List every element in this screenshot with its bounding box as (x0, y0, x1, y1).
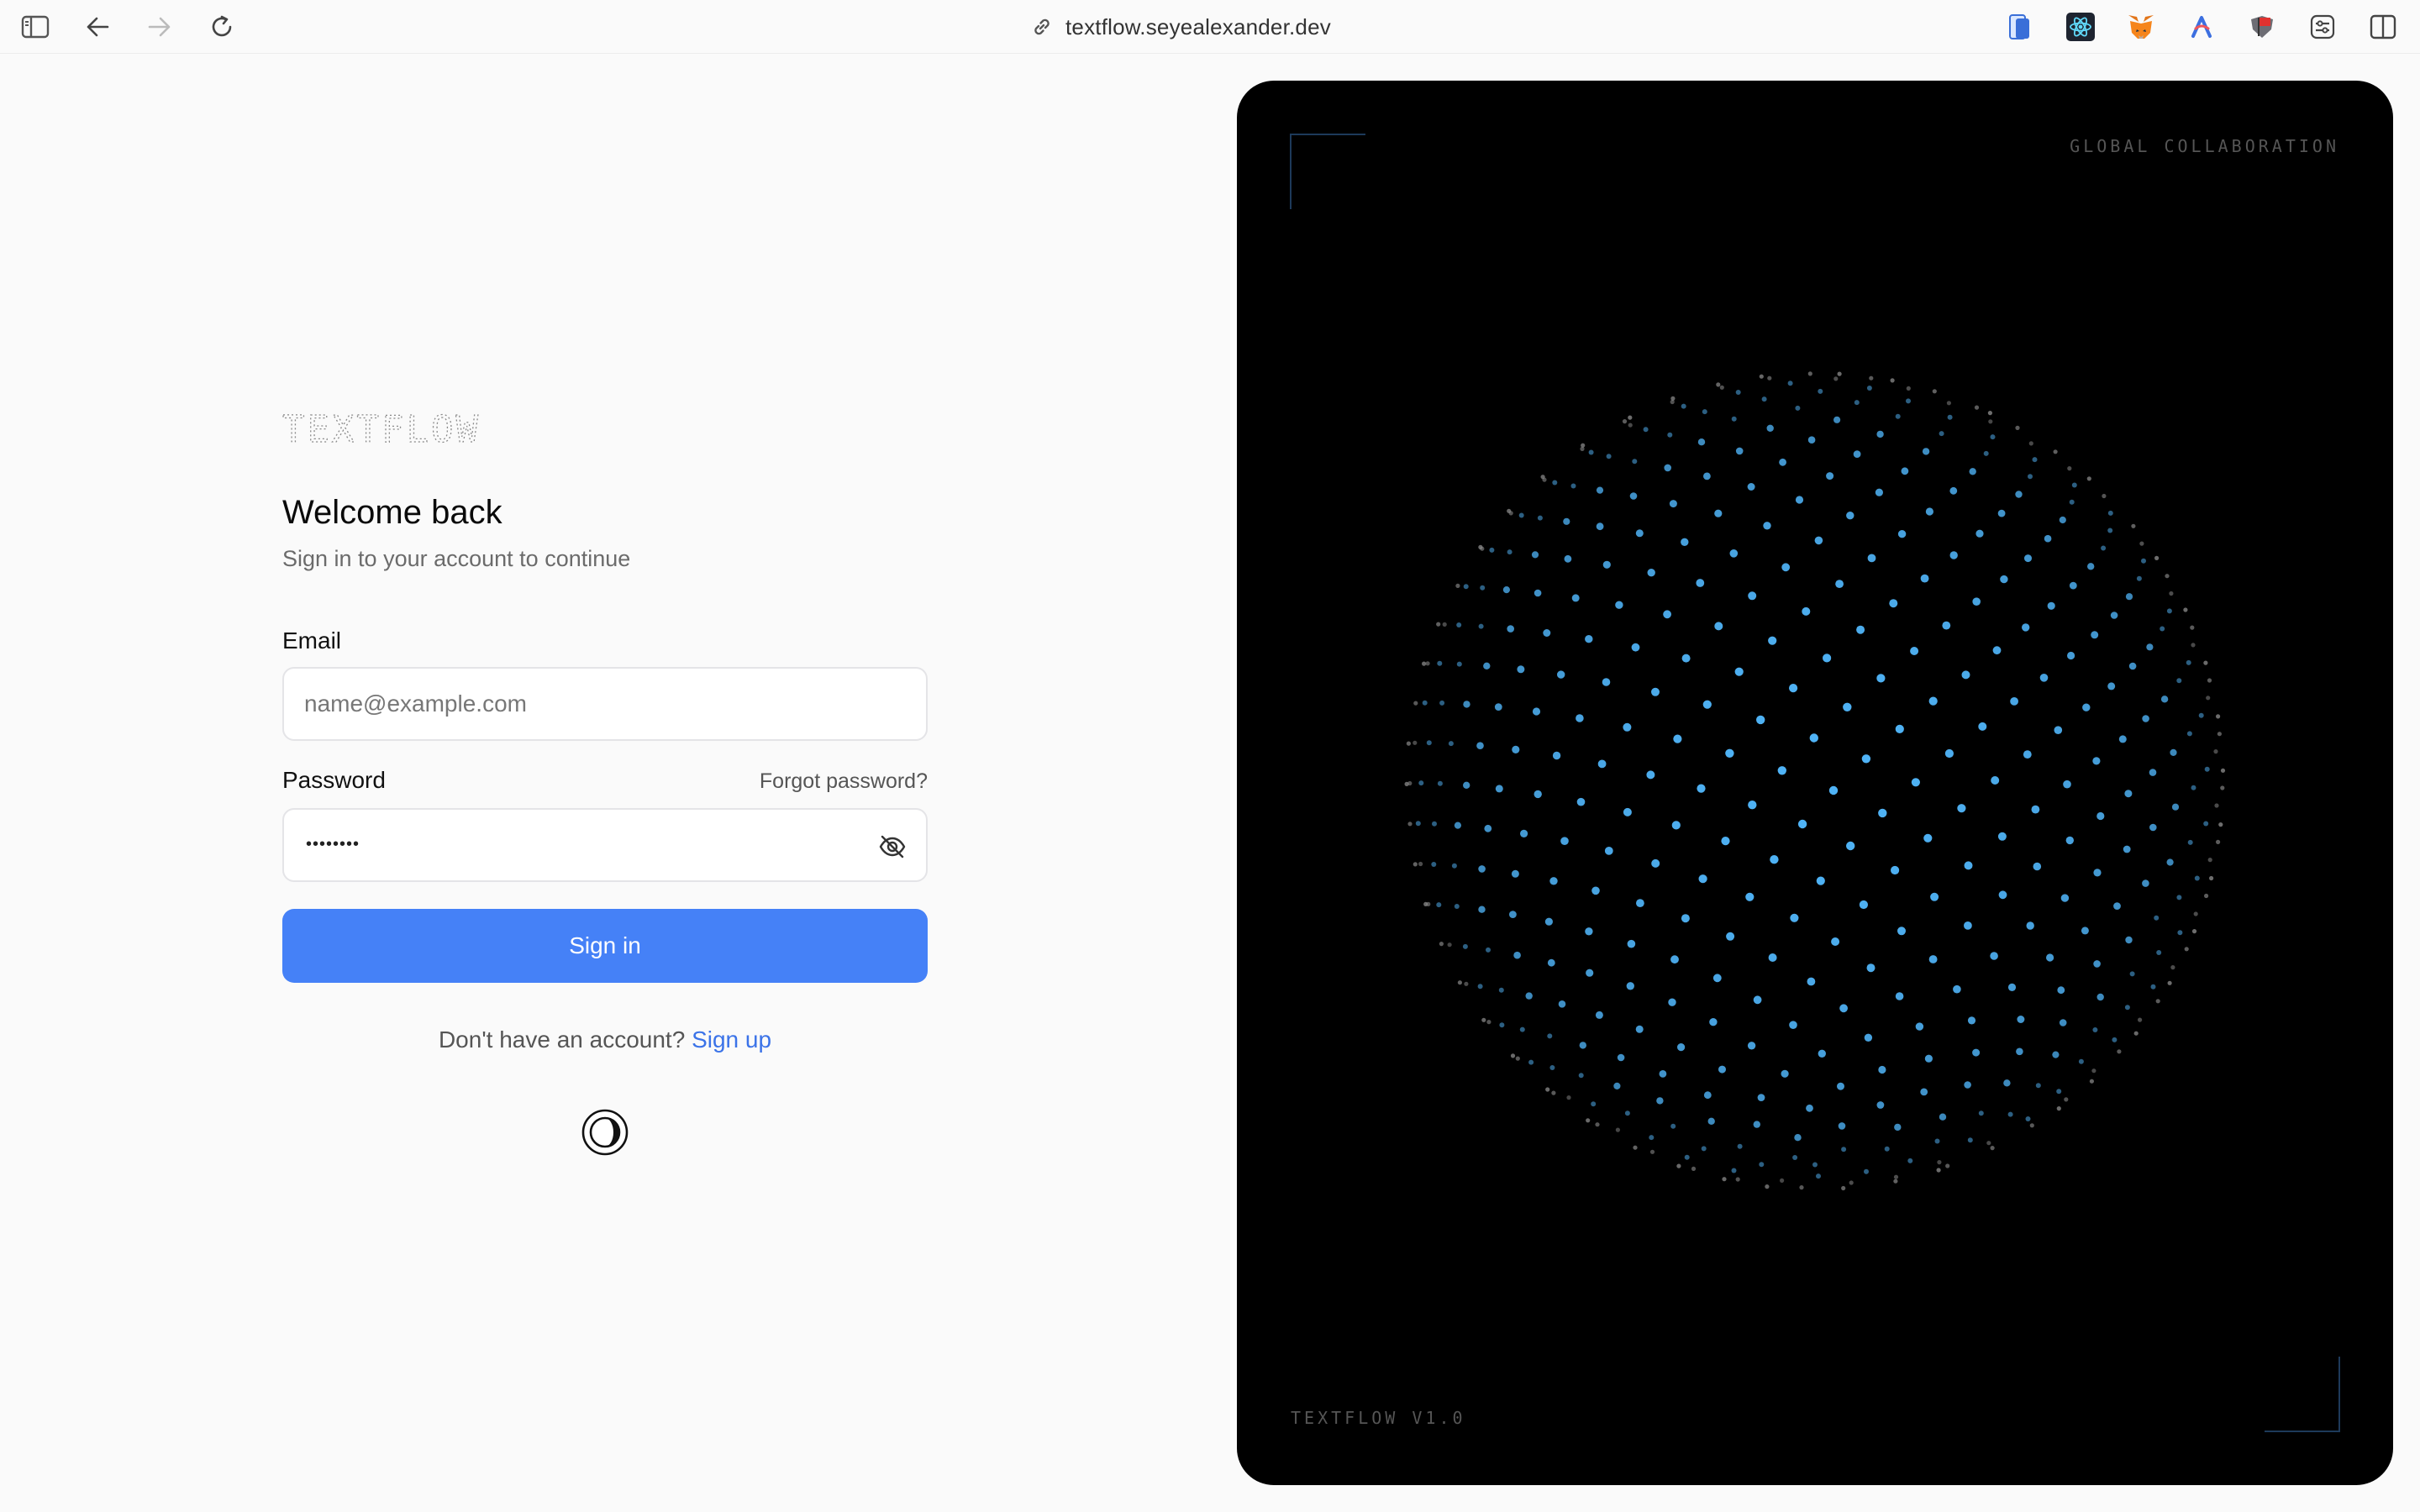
password-label: Password (282, 767, 386, 793)
password-field-wrapper[interactable]: •••••••• (282, 808, 928, 882)
url-text: textflow.seyealexander.dev (1065, 13, 1331, 39)
svg-text:TEXTFLOW: TEXTFLOW (282, 408, 481, 451)
page-subtitle: Sign in to your account to continue (282, 546, 631, 571)
browser-toolbar: textflow.seyealexander.dev (0, 0, 2420, 54)
sign-up-link[interactable]: Sign up (692, 1026, 771, 1053)
sliders-icon[interactable] (2307, 12, 2338, 42)
back-arrow-icon[interactable] (81, 10, 114, 44)
forward-arrow-icon[interactable] (143, 10, 176, 44)
split-view-icon[interactable] (2368, 12, 2398, 42)
sidebar-icon[interactable] (18, 10, 52, 44)
version-label: TEXTFLOW V1.0 (1291, 1408, 1466, 1428)
sign-in-button[interactable]: Sign in (282, 909, 928, 983)
eye-off-icon[interactable] (877, 832, 908, 862)
email-input[interactable] (284, 669, 926, 739)
address-bar[interactable]: textflow.seyealexander.dev (1030, 12, 1331, 42)
forgot-password-link[interactable]: Forgot password? (760, 769, 928, 794)
page-title: Welcome back (282, 494, 502, 531)
signup-prompt: Don't have an account? Sign up (282, 1026, 928, 1053)
password-input[interactable]: •••••••• (306, 835, 360, 854)
global-collaboration-label: GLOBAL COLLABORATION (2070, 136, 2339, 156)
arc-icon[interactable] (2186, 12, 2217, 42)
no-account-text: Don't have an account? (438, 1026, 686, 1053)
email-field-wrapper (282, 667, 928, 741)
reload-icon[interactable] (205, 10, 239, 44)
theme-toggle-icon[interactable] (581, 1108, 629, 1157)
dotted-globe-illustration (1404, 371, 2226, 1191)
mobile-device-icon[interactable] (2005, 12, 2035, 42)
textflow-logo: TEXTFLOW (282, 407, 481, 451)
corner-bracket-bottom-right (2265, 1357, 2340, 1432)
hero-visual-panel: GLOBAL COLLABORATION TEXTFLOW V1.0 (1237, 81, 2393, 1485)
link-icon (1034, 18, 1050, 35)
email-label: Email (282, 627, 342, 654)
metamask-fox-icon[interactable] (2126, 12, 2156, 42)
corner-bracket-top-left (1290, 134, 1365, 209)
shield-flag-icon[interactable] (2247, 12, 2277, 42)
react-icon[interactable] (2065, 12, 2096, 42)
